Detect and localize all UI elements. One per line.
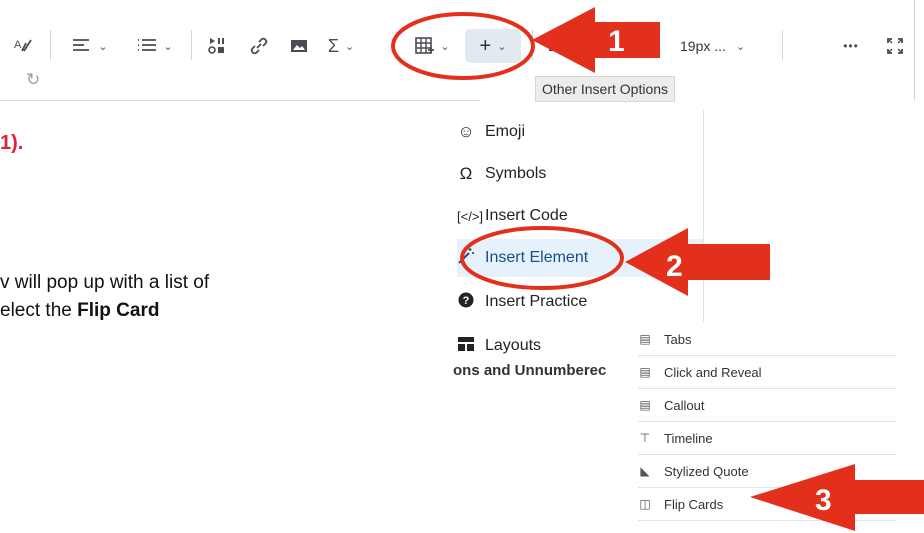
menu-item-layouts[interactable]: Layouts bbox=[457, 327, 627, 365]
quote-icon: ◣ bbox=[640, 464, 650, 478]
menu-divider bbox=[703, 110, 704, 330]
media-icon bbox=[208, 38, 224, 54]
fullscreen-icon[interactable] bbox=[882, 28, 908, 64]
menu-item-insert-element[interactable]: Insert Element bbox=[457, 239, 703, 277]
font-size-select[interactable]: 19px ... ⌄ bbox=[680, 32, 745, 60]
list-button[interactable]: ⌄ bbox=[130, 28, 180, 64]
spellcheck-icon[interactable]: A bbox=[10, 28, 36, 64]
timeline-icon: ⊤ bbox=[639, 431, 651, 445]
chevron-down-icon: ⌄ bbox=[735, 40, 746, 53]
insert-stuff-button[interactable] bbox=[204, 28, 230, 64]
chevron-down-icon: ⌄ bbox=[344, 40, 355, 53]
sigma-icon: Σ bbox=[327, 35, 339, 56]
code-icon: [</>] bbox=[457, 208, 484, 224]
table-icon bbox=[415, 37, 435, 54]
chevron-down-icon: ⌄ bbox=[497, 40, 507, 53]
list-icon bbox=[138, 39, 157, 51]
submenu-item-timeline[interactable]: ⊤ Timeline bbox=[638, 422, 896, 455]
submenu-item-tabs[interactable]: ▤ Tabs bbox=[638, 323, 896, 356]
editor-border bbox=[914, 0, 915, 100]
image-icon[interactable] bbox=[286, 28, 312, 64]
more-options-button[interactable]: ••• bbox=[838, 28, 864, 64]
redo-icon[interactable]: ↻ bbox=[26, 70, 40, 90]
editor-toolbar: A ⌄ ⌄ Σ ⌄ ⌄ + ⌄ La 19px ... ⌄ ••• ↻ Other I… bbox=[0, 0, 924, 102]
svg-text:?: ? bbox=[463, 295, 470, 307]
tooltip: Other Insert Options bbox=[535, 76, 675, 102]
menu-item-emoji[interactable]: ☺ Emoji bbox=[457, 113, 627, 151]
link-icon[interactable] bbox=[246, 28, 272, 64]
svg-text:A: A bbox=[14, 39, 22, 51]
body-text-line: elect the Flip Card bbox=[0, 300, 160, 321]
chevron-down-icon: ⌄ bbox=[163, 40, 173, 53]
step-reference: 1). bbox=[0, 132, 24, 154]
emoji-icon: ☺ bbox=[457, 122, 475, 141]
tabs-icon: ▤ bbox=[639, 332, 651, 346]
omega-icon: Ω bbox=[459, 164, 473, 183]
callout-icon: ▤ bbox=[639, 398, 651, 412]
submenu-item-callout[interactable]: ▤ Callout bbox=[638, 389, 896, 422]
flip-card-icon: ◫ bbox=[639, 497, 651, 511]
submenu-item-click-and-reveal[interactable]: ▤ Click and Reveal bbox=[638, 356, 896, 389]
menu-item-insert-practice[interactable]: ? Insert Practice bbox=[457, 283, 627, 321]
align-button[interactable]: ⌄ bbox=[65, 28, 115, 64]
submenu-item-flip-cards[interactable]: ◫ Flip Cards bbox=[638, 488, 896, 521]
chevron-down-icon: ⌄ bbox=[440, 40, 450, 53]
table-button[interactable]: ⌄ bbox=[408, 28, 456, 64]
menu-item-insert-code[interactable]: [</>] Insert Code bbox=[457, 197, 627, 235]
plus-icon: + bbox=[479, 34, 492, 57]
toolbar-divider bbox=[0, 100, 480, 101]
question-icon: ? bbox=[457, 292, 475, 313]
chevron-down-icon: ⌄ bbox=[98, 40, 108, 53]
reveal-icon: ▤ bbox=[639, 365, 651, 379]
font-family-select[interactable]: La bbox=[548, 32, 564, 60]
menu-item-symbols[interactable]: Ω Symbols bbox=[457, 155, 627, 193]
body-text-line: ons and Unnumberec bbox=[453, 362, 607, 379]
other-insert-options-button[interactable]: + ⌄ bbox=[465, 29, 521, 63]
align-left-icon bbox=[73, 39, 90, 51]
body-text-line: v will pop up with a list of bbox=[0, 272, 210, 293]
layout-icon bbox=[457, 336, 475, 356]
submenu-item-stylized-quote[interactable]: ◣ Stylized Quote bbox=[638, 455, 896, 488]
equation-button[interactable]: Σ ⌄ bbox=[319, 28, 363, 64]
magic-wand-icon bbox=[457, 247, 475, 270]
